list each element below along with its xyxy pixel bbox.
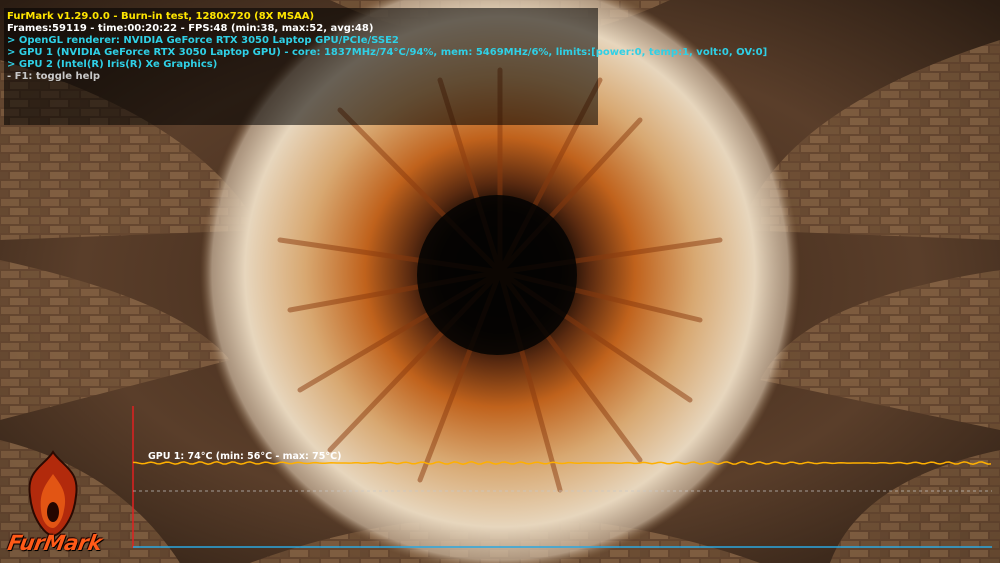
flame-icon: [28, 450, 78, 538]
graph-temp-line: [132, 461, 992, 465]
graph-label: GPU 1: 74°C (min: 56°C - max: 75°C): [148, 451, 342, 462]
furmark-logo-text: FurMark: [5, 531, 104, 555]
temperature-graph: [132, 406, 992, 548]
furmark-logo: [28, 450, 78, 538]
